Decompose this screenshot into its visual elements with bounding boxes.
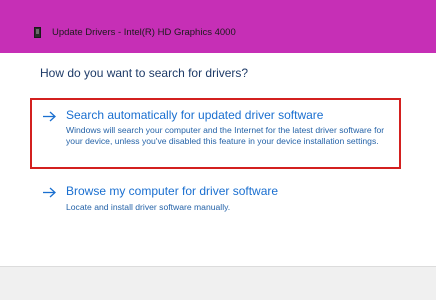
title-bar: Update Drivers - Intel(R) HD Graphics 40… — [0, 0, 436, 53]
page-question: How do you want to search for drivers? — [40, 66, 249, 80]
arrow-right-icon — [43, 187, 56, 198]
highlight-box — [30, 98, 401, 169]
device-icon — [34, 27, 41, 38]
browse-computer-description: Locate and install driver software manua… — [66, 202, 231, 212]
dialog-footer — [0, 266, 436, 300]
browse-computer-heading[interactable]: Browse my computer for driver software — [66, 184, 278, 198]
window-title: Update Drivers - Intel(R) HD Graphics 40… — [52, 27, 236, 38]
browse-computer-option[interactable]: Browse my computer for driver software L… — [42, 184, 402, 214]
